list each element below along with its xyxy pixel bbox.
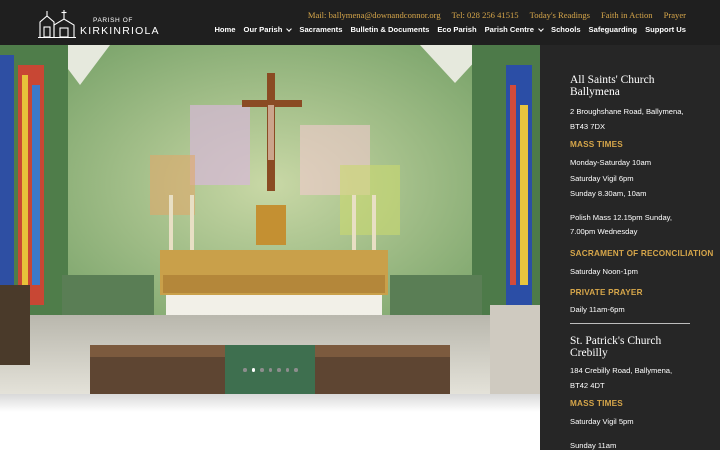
mass-time: Sunday 8.30am, 10am — [570, 189, 647, 198]
nav-home[interactable]: Home — [214, 25, 235, 34]
church-location: Ballymena — [570, 86, 620, 98]
polish-mass-weekday: 7.00pm Wednesday — [570, 227, 638, 236]
reconciliation-time: Saturday Noon-1pm — [570, 267, 638, 276]
slider-dot[interactable] — [243, 368, 247, 372]
church-address: 2 Broughshane Road, Ballymena, — [570, 107, 684, 116]
private-prayer-heading: PRIVATE PRAYER — [570, 288, 643, 297]
chevron-down-icon — [286, 25, 293, 32]
top-links: Mail: ballymena@downandconnor.org Tel: 0… — [308, 10, 686, 20]
nav-label: Bulletin & Documents — [350, 25, 430, 34]
hero-slider[interactable] — [0, 45, 540, 394]
nav-support-us[interactable]: Support Us — [645, 25, 686, 34]
divider — [570, 323, 690, 324]
logo-name: KIRKINRIOLA — [80, 25, 160, 37]
polish-mass: Polish Mass 12.15pm Sunday, — [570, 213, 673, 222]
nav-sacraments[interactable]: Sacraments — [299, 25, 342, 34]
nav-label: Sacraments — [299, 25, 343, 34]
slider-dot[interactable] — [285, 368, 289, 372]
slider-dots — [243, 368, 298, 372]
mass-time: Saturday Vigil 6pm — [570, 174, 634, 183]
prayer-link[interactable]: Prayer — [664, 10, 686, 20]
mass-time: Monday-Saturday 10am — [570, 158, 652, 167]
mass-times-heading: MASS TIMES — [570, 140, 623, 149]
nav-label: Schools — [551, 25, 581, 34]
slider-dot-active[interactable] — [251, 368, 255, 372]
reconciliation-heading: SACRAMENT OF RECONCILIATION — [570, 249, 714, 258]
nav-schools[interactable]: Schools — [551, 25, 581, 34]
todays-readings-link[interactable]: Today's Readings — [530, 10, 590, 20]
mass-times-sidebar: All Saints' Church Ballymena 2 Broughsha… — [540, 45, 720, 450]
nav-parish-centre[interactable]: Parish Centre — [484, 25, 544, 34]
slider-dot[interactable] — [277, 368, 281, 372]
mass-times-heading: MASS TIMES — [570, 399, 623, 408]
mass-time: Saturday Vigil 5pm — [570, 417, 634, 426]
parish-logo[interactable]: PARISH OF KIRKINRIOLA — [38, 8, 159, 38]
church-name: St. Patrick's Church — [570, 335, 662, 347]
nav-label: Our Parish — [243, 25, 283, 34]
chevron-down-icon — [538, 25, 544, 32]
church-address: 184 Crebilly Road, Ballymena, — [570, 366, 673, 375]
phone-link[interactable]: Tel: 028 256 41515 — [452, 10, 519, 20]
nav-label: Home — [214, 25, 236, 34]
slider-dot[interactable] — [294, 368, 298, 372]
hero-shadow — [0, 394, 540, 412]
nav-eco-parish[interactable]: Eco Parish — [437, 25, 476, 34]
church-postcode: BT42 4DT — [570, 381, 605, 390]
nav-label: Safeguarding — [588, 25, 638, 34]
nav-bulletin-documents[interactable]: Bulletin & Documents — [350, 25, 429, 34]
church-altar-photo — [0, 45, 540, 394]
logo-small-text: PARISH OF — [93, 17, 133, 24]
church-name: All Saints' Church — [570, 74, 655, 86]
nav-safeguarding[interactable]: Safeguarding — [589, 25, 638, 34]
nav-our-parish[interactable]: Our Parish — [243, 25, 293, 34]
nav-label: Parish Centre — [484, 25, 534, 34]
church-location: Crebilly — [570, 347, 608, 359]
main-nav: Home Our Parish Sacraments Bulletin & Do… — [214, 25, 686, 34]
email-link[interactable]: Mail: ballymena@downandconnor.org — [308, 10, 441, 20]
nav-label: Support Us — [645, 25, 686, 34]
church-logo-icon — [38, 10, 76, 38]
slider-dot[interactable] — [268, 368, 272, 372]
private-prayer-time: Daily 11am-6pm — [570, 305, 625, 314]
mass-time: Sunday 11am — [570, 441, 617, 450]
church-postcode: BT43 7DX — [570, 122, 606, 131]
faith-in-action-link[interactable]: Faith in Action — [601, 10, 653, 20]
slider-dot[interactable] — [260, 368, 264, 372]
site-header: PARISH OF KIRKINRIOLA Mail: ballymena@do… — [0, 0, 720, 45]
nav-label: Eco Parish — [437, 25, 477, 34]
